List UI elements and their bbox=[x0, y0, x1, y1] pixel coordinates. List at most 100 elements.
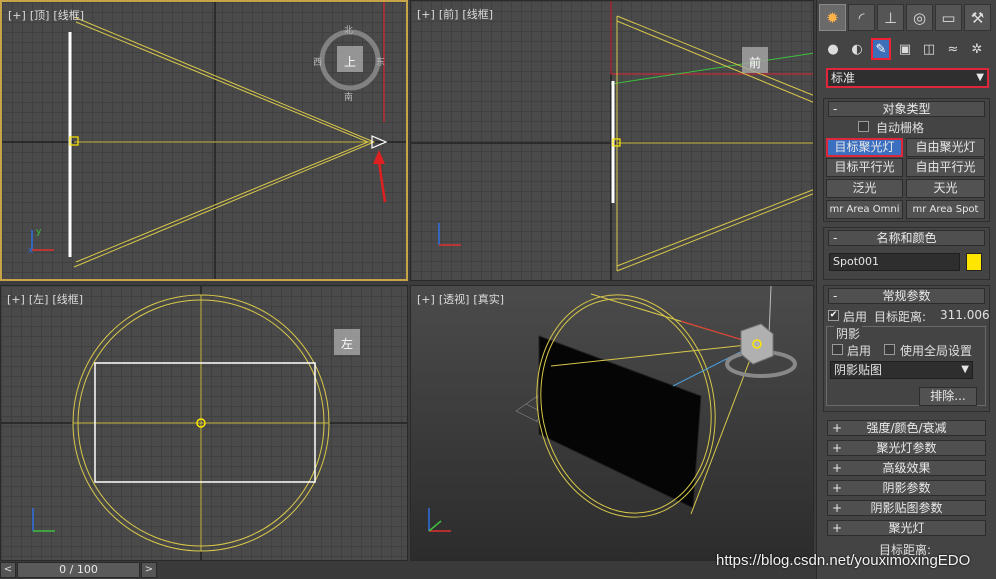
chevron-down-icon: ▼ bbox=[976, 72, 984, 83]
create-subcategories: ● ◐ ✎ ▣ ◫ ≈ ✲ bbox=[823, 38, 987, 60]
viewport-top-label[interactable]: [+] [顶] [线框] bbox=[8, 7, 88, 23]
modify-tab-icon[interactable]: ◜ bbox=[848, 4, 875, 31]
helpers-icon[interactable]: ◫ bbox=[919, 38, 939, 60]
object-color-swatch[interactable] bbox=[966, 253, 982, 271]
collapse-toggle: - bbox=[833, 102, 838, 116]
svg-text:y: y bbox=[36, 227, 42, 237]
viewport-left-view[interactable]: [左] bbox=[29, 293, 49, 306]
collapsed-rollout-shadow-params[interactable]: + 阴影参数 bbox=[823, 478, 990, 498]
viewport-left-menu[interactable]: [+] bbox=[7, 293, 25, 306]
compass-south: 南 bbox=[344, 93, 354, 103]
viewport-front[interactable]: [+] [前] [线框] 前 bbox=[410, 0, 814, 281]
chevron-down-icon: ▼ bbox=[961, 364, 969, 375]
hierarchy-tab-icon[interactable]: ⊥ bbox=[877, 4, 904, 31]
collapsed-rollout-advanced[interactable]: + 高级效果 bbox=[823, 458, 990, 478]
general-params-title: 常规参数 bbox=[882, 289, 931, 303]
rollout-header: + 阴影贴图参数 bbox=[827, 500, 986, 516]
mr-area-omni-button[interactable]: mr Area Omni bbox=[826, 200, 903, 219]
viewport-perspective-shading[interactable]: [真实] bbox=[473, 293, 504, 306]
viewport-top-canvas: y x bbox=[2, 2, 406, 279]
global-settings-checkbox[interactable] bbox=[884, 344, 895, 355]
light-type-dropdown[interactable]: 标准 ▼ bbox=[826, 68, 989, 88]
cameras-icon[interactable]: ▣ bbox=[895, 38, 915, 60]
timeline: < 0 / 100 > bbox=[0, 561, 816, 579]
viewport-perspective-menu[interactable]: [+] bbox=[417, 293, 435, 306]
viewport-left-label[interactable]: [+] [左] [线框] bbox=[7, 291, 87, 307]
viewport-perspective-canvas bbox=[428, 286, 797, 532]
geometry-icon[interactable]: ● bbox=[823, 38, 843, 60]
viewport-front-label[interactable]: [+] [前] [线框] bbox=[417, 6, 497, 22]
viewport-top-view[interactable]: [顶] bbox=[30, 9, 50, 22]
collapsed-rollout-shadow-map[interactable]: + 阴影贴图参数 bbox=[823, 498, 990, 518]
autogrid-label: 自动栅格 bbox=[876, 121, 925, 135]
rollout-header: + 聚光灯参数 bbox=[827, 440, 986, 456]
motion-tab-icon[interactable]: ◎ bbox=[906, 4, 933, 31]
collapse-toggle: - bbox=[833, 289, 838, 303]
autogrid-checkbox[interactable] bbox=[858, 121, 869, 132]
time-slider[interactable]: 0 / 100 bbox=[17, 562, 140, 578]
create-tab-icon[interactable]: ✹ bbox=[819, 4, 846, 31]
light-on-checkbox[interactable]: ✔ bbox=[828, 310, 839, 321]
viewcube-top-face[interactable]: 上 bbox=[344, 53, 356, 70]
timeline-next-button[interactable]: > bbox=[141, 562, 157, 578]
viewport-perspective-label[interactable]: [+] [透视] [真实] bbox=[417, 291, 508, 307]
free-spot-button[interactable]: 自由聚光灯 bbox=[906, 138, 985, 157]
rollout-header: + 高级效果 bbox=[827, 460, 986, 476]
shadow-type-value: 阴影贴图 bbox=[834, 363, 883, 377]
name-color-header[interactable]: - 名称和颜色 bbox=[828, 230, 985, 246]
shadows-group-label: 阴影 bbox=[834, 325, 863, 342]
target-distance-value: 311.006 bbox=[940, 308, 990, 322]
expand-toggle: + bbox=[832, 481, 843, 495]
command-panel-tabs: ✹ ◜ ⊥ ◎ ▭ ⚒ bbox=[819, 4, 991, 32]
collapsed-rollout-spotlight[interactable]: + 聚光灯 bbox=[823, 518, 990, 538]
utilities-tab-icon[interactable]: ⚒ bbox=[964, 4, 991, 31]
rollout-header: + 阴影参数 bbox=[827, 480, 986, 496]
collapsed-rollout-spot-params[interactable]: + 聚光灯参数 bbox=[823, 438, 990, 458]
shadow-on-label: 启用 bbox=[847, 344, 872, 358]
collapse-toggle: - bbox=[833, 231, 838, 245]
mr-area-spot-button[interactable]: mr Area Spot bbox=[906, 200, 985, 219]
space-warps-icon[interactable]: ≈ bbox=[943, 38, 963, 60]
viewport-top-shading[interactable]: [线框] bbox=[53, 9, 84, 22]
free-direct-button[interactable]: 自由平行光 bbox=[906, 158, 985, 177]
viewcube-front-face[interactable]: 前 bbox=[749, 54, 761, 71]
lights-icon[interactable]: ✎ bbox=[871, 38, 891, 60]
viewport-top-menu[interactable]: [+] bbox=[8, 9, 26, 22]
exclude-button[interactable]: 排除... bbox=[919, 387, 977, 406]
target-direct-button[interactable]: 目标平行光 bbox=[826, 158, 903, 177]
shadow-on-checkbox[interactable] bbox=[832, 344, 843, 355]
object-name-field[interactable]: Spot001 bbox=[829, 253, 960, 271]
shapes-icon[interactable]: ◐ bbox=[847, 38, 867, 60]
viewport-front-view[interactable]: [前] bbox=[439, 8, 459, 21]
expand-toggle: + bbox=[832, 501, 843, 515]
light-on-label: 启用 bbox=[843, 310, 868, 324]
shadow-type-select[interactable]: 阴影贴图 ▼ bbox=[830, 361, 973, 379]
viewport-front-shading[interactable]: [线框] bbox=[462, 8, 493, 21]
timeline-prev-button[interactable]: < bbox=[0, 562, 16, 578]
rollout-header: + 强度/颜色/衰减 bbox=[827, 420, 986, 436]
viewport-perspective-view[interactable]: [透视] bbox=[439, 293, 470, 306]
rollout-title: 阴影贴图参数 bbox=[870, 501, 943, 515]
skylight-button[interactable]: 天光 bbox=[906, 179, 985, 198]
rollout-title: 强度/颜色/衰减 bbox=[866, 421, 947, 435]
rollout-title: 高级效果 bbox=[882, 461, 931, 475]
general-params-header[interactable]: - 常规参数 bbox=[828, 288, 985, 304]
target-spot-button[interactable]: 目标聚光灯 bbox=[826, 138, 903, 157]
viewport-front-menu[interactable]: [+] bbox=[417, 8, 435, 21]
viewcube-left-face[interactable]: 左 bbox=[341, 335, 353, 352]
object-type-header[interactable]: - 对象类型 bbox=[828, 101, 985, 117]
rollout-title: 聚光灯 bbox=[888, 521, 925, 535]
rollout-title: 阴影参数 bbox=[882, 481, 931, 495]
viewport-perspective[interactable]: [+] [透视] [真实] bbox=[410, 285, 814, 561]
display-tab-icon[interactable]: ▭ bbox=[935, 4, 962, 31]
viewport-left-shading[interactable]: [线框] bbox=[52, 293, 83, 306]
collapsed-rollout-intensity[interactable]: + 强度/颜色/衰减 bbox=[823, 418, 990, 438]
expand-toggle: + bbox=[832, 521, 843, 535]
expand-toggle: + bbox=[832, 461, 843, 475]
systems-icon[interactable]: ✲ bbox=[967, 38, 987, 60]
viewport-left[interactable]: [+] [左] [线框] 左 bbox=[0, 285, 408, 561]
viewport-top[interactable]: y x [+] [顶] [线框] 上 北 南 东 西 bbox=[0, 0, 408, 281]
name-color-title: 名称和颜色 bbox=[876, 231, 937, 245]
target-distance-label: 目标距离: bbox=[874, 310, 927, 324]
omni-button[interactable]: 泛光 bbox=[826, 179, 903, 198]
